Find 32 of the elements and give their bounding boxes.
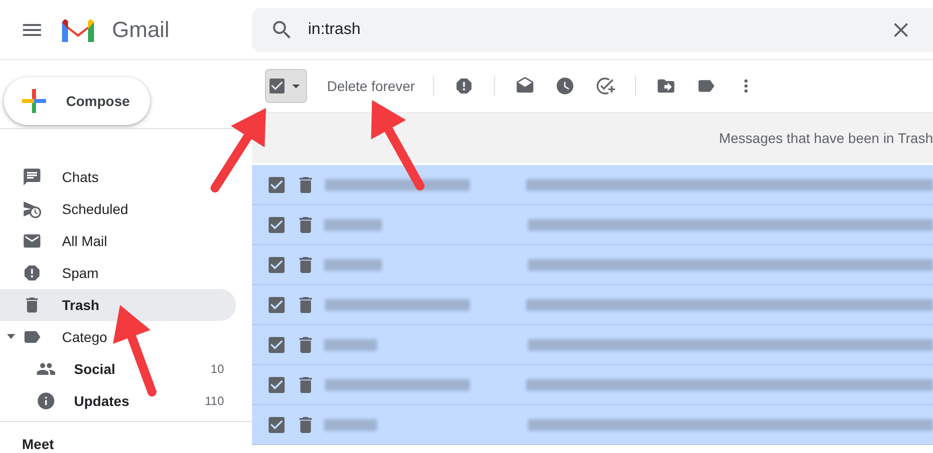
info-icon (36, 391, 56, 411)
sidebar-item[interactable]: Social 10 (0, 353, 236, 385)
sidebar-item[interactable]: Scheduled (0, 193, 236, 225)
search-field[interactable]: in:trash (252, 8, 933, 52)
select-all-button[interactable] (265, 69, 307, 103)
clock-icon[interactable] (554, 76, 575, 96)
notice-text: Messages that have been in Trash (718, 130, 933, 146)
scheduled-send-icon (22, 199, 42, 219)
blurred-sender (324, 258, 382, 270)
app-name: Gmail (112, 16, 170, 42)
chat-bubble-icon (22, 167, 42, 187)
caret-icon[interactable] (6, 331, 16, 341)
sidebar-item[interactable]: All Mail (0, 225, 236, 257)
plus-icon (20, 87, 48, 115)
spam-icon[interactable] (454, 76, 474, 96)
sidebar-item[interactable]: Trash (0, 289, 236, 321)
blurred-sender (324, 338, 378, 350)
sidebar-item[interactable]: Updates 110 (0, 385, 236, 417)
blurred-sender (324, 218, 382, 230)
sidebar-item[interactable]: Chats (0, 161, 236, 193)
unread-count: 10 (210, 362, 225, 376)
unread-count: 110 (204, 394, 225, 408)
delete-forever-button[interactable]: Delete forever (319, 72, 423, 100)
add-task-icon[interactable] (594, 76, 615, 96)
spam-icon (22, 263, 42, 283)
sidebar-item[interactable]: Catego (0, 321, 236, 353)
blurred-sender (324, 418, 378, 430)
email-row[interactable] (252, 165, 933, 205)
checkbox[interactable] (267, 76, 287, 96)
section-heading: Meet (0, 421, 252, 452)
compose-button[interactable]: Compose (4, 77, 150, 125)
sidebar-item[interactable]: Spam (0, 257, 236, 289)
